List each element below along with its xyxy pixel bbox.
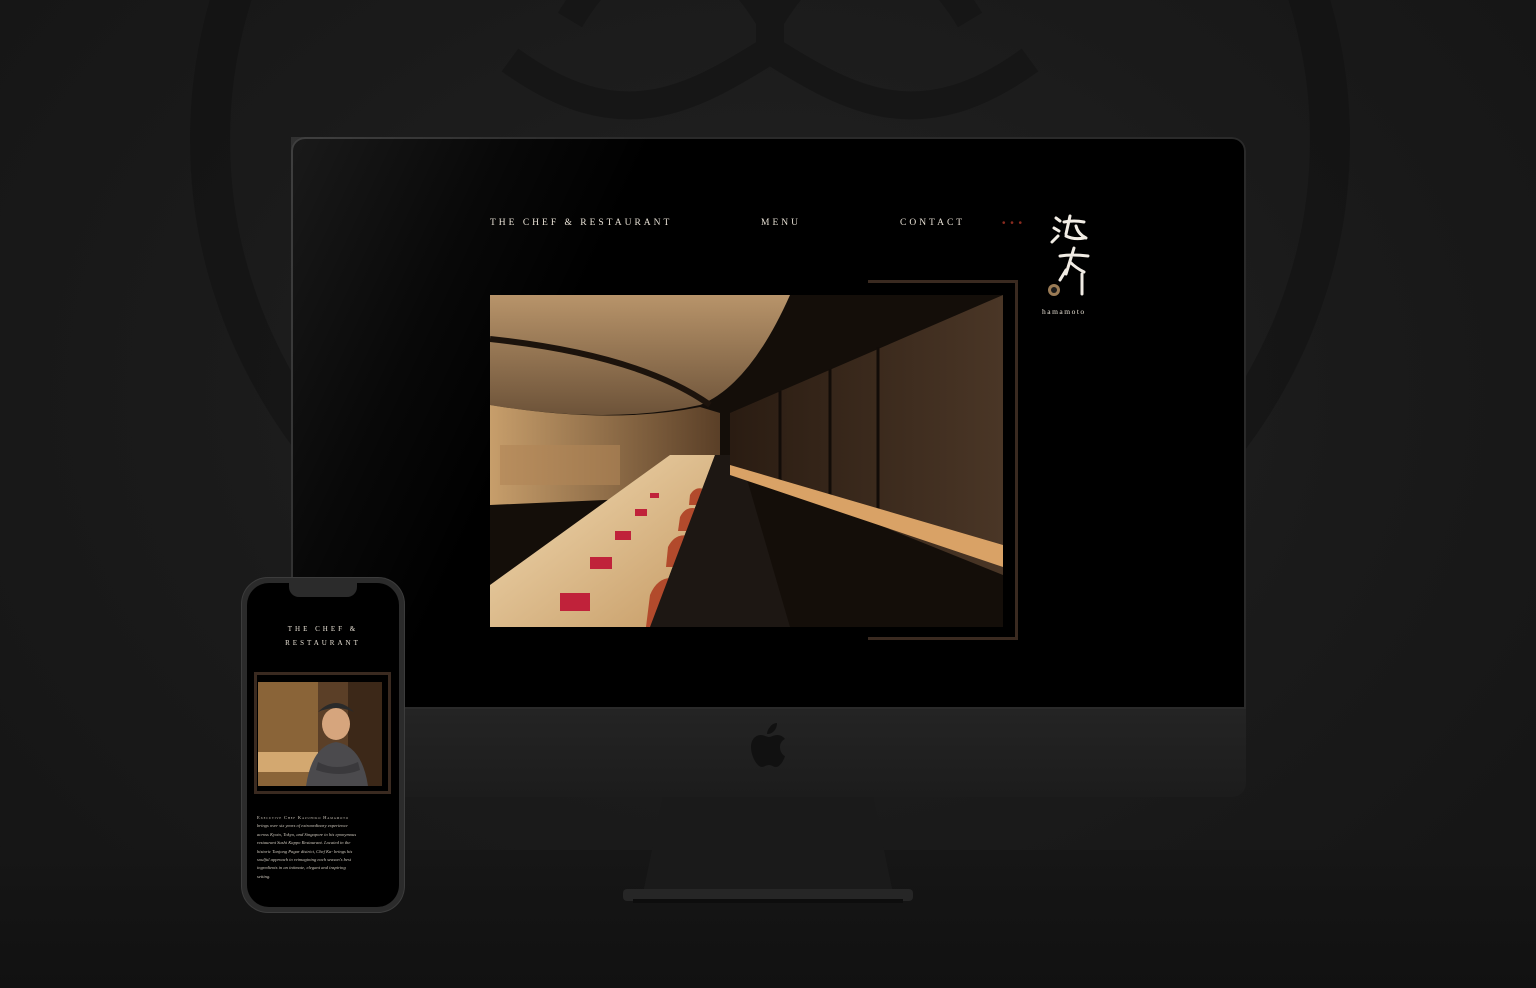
restaurant-interior-image (490, 295, 1003, 627)
imac-stand (623, 797, 913, 903)
chef-bio-line: soulful approach to reimagining each sea… (257, 857, 352, 863)
chef-bio-line: brings over six years of extraordinary e… (257, 823, 348, 829)
phone-notch (289, 583, 357, 597)
nav-contact[interactable]: CONTACT (900, 218, 965, 228)
chef-bio-text: Executive Chef Kazuhiko Hamamoto brings … (257, 814, 385, 881)
nav-menu[interactable]: MENU (761, 218, 801, 228)
brand-calligraphy-logo[interactable] (1040, 212, 1102, 318)
chef-bio-line: restaurant Sushi Kappo Restaurant. Locat… (257, 840, 351, 846)
chef-bio-heading: Executive Chef Kazuhiko Hamamoto (257, 815, 349, 820)
chef-bio-line: historic Tanjong Pagar district, Chef Ka… (257, 848, 353, 854)
mobile-title-line2: RESTAURANT (285, 639, 361, 647)
nav-more-dots[interactable]: • • • (1002, 218, 1023, 229)
brand-name: hamamoto (1042, 307, 1086, 316)
chef-bio-line: ingredients in an intimate, elegant and … (257, 865, 346, 871)
chef-portrait-image (258, 682, 382, 786)
chef-bio-line: setting. (257, 873, 271, 879)
nav-chef-restaurant[interactable]: THE CHEF & RESTAURANT (490, 218, 672, 228)
apple-icon (751, 723, 785, 767)
chef-bio-line: across Kyoto, Tokyo, and Singapore to hi… (257, 831, 357, 837)
